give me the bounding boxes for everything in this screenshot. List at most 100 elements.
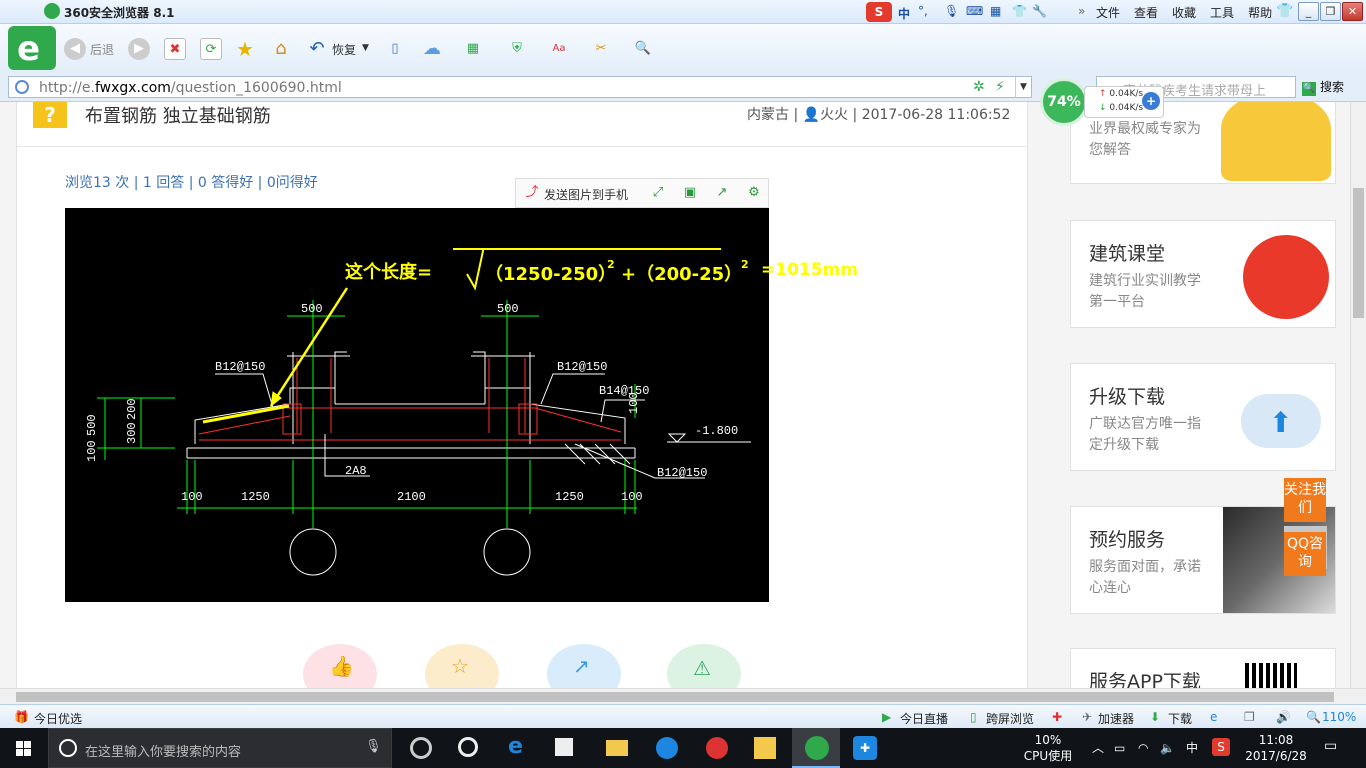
back-label[interactable]: 后退: [90, 41, 114, 58]
send-phone-icon[interactable]: ⤴: [524, 185, 540, 201]
share-button[interactable]: ↗: [547, 644, 621, 688]
today-pick[interactable]: 今日优选: [34, 710, 82, 727]
favorite-star-icon[interactable]: ★: [234, 38, 256, 60]
send-to-phone-button[interactable]: 发送图片到手机: [544, 186, 628, 203]
cloud-icon[interactable]: ☁: [418, 38, 446, 60]
accelerator-icon[interactable]: ✈: [1082, 710, 1092, 724]
download-arrow-icon[interactable]: ⬇: [1150, 710, 1160, 724]
restore-dropdown-icon[interactable]: ▼: [362, 43, 369, 53]
follow-us-button[interactable]: 关注我们: [1284, 478, 1326, 522]
search-button[interactable]: 🔍 搜索: [1302, 78, 1344, 96]
cross-screen[interactable]: 跨屏浏览: [986, 710, 1034, 727]
undo-icon[interactable]: ↶: [306, 38, 328, 60]
wifi-icon[interactable]: ◠: [1138, 740, 1148, 756]
zoom-icon[interactable]: 🔍: [1306, 710, 1321, 724]
toolbox-icon[interactable]: ▦: [990, 4, 1001, 18]
zoom-level[interactable]: 110%: [1322, 710, 1356, 724]
more-chevron-icon[interactable]: »: [1078, 4, 1085, 18]
window-restore-icon[interactable]: ❐: [1244, 710, 1255, 724]
report-button[interactable]: ⚠: [667, 644, 741, 688]
ime-punct-icon[interactable]: °,: [918, 4, 928, 18]
sogou-ime-icon[interactable]: S: [866, 2, 892, 22]
file-explorer-icon[interactable]: [592, 728, 640, 768]
apps-icon[interactable]: ▦: [462, 38, 484, 60]
zoom-search-icon[interactable]: 🔍: [632, 38, 654, 60]
menu-tools[interactable]: 工具: [1210, 4, 1234, 21]
menu-favorites[interactable]: 收藏: [1172, 4, 1196, 21]
store-icon[interactable]: [540, 728, 588, 768]
cpu-usage[interactable]: 10% CPU使用: [1020, 732, 1076, 764]
restore-label[interactable]: 恢复: [332, 41, 356, 58]
upgrade-card[interactable]: 升级下载 广联达官方唯一指定升级下载 ⬆: [1070, 363, 1336, 471]
vertical-scroll-thumb[interactable]: [1353, 188, 1364, 318]
settings-gear-icon[interactable]: ⚙: [746, 185, 762, 201]
fullscreen-icon[interactable]: ⤢: [650, 185, 666, 201]
app-download-card[interactable]: 服务APP下载: [1070, 648, 1336, 688]
today-live[interactable]: 今日直播: [900, 710, 948, 727]
translate-icon[interactable]: Aa: [548, 38, 570, 60]
collect-button[interactable]: ☆: [425, 644, 499, 688]
taskbar-search-input[interactable]: 在这里输入你要搜索的内容: [85, 741, 241, 760]
volume-icon[interactable]: 🔊: [1276, 710, 1291, 724]
accelerator[interactable]: 加速器: [1098, 710, 1134, 727]
close-button[interactable]: ✕: [1342, 2, 1363, 21]
live-play-icon[interactable]: ▶: [882, 710, 891, 724]
menu-view[interactable]: 查看: [1134, 4, 1158, 21]
clock[interactable]: 11:08 2017/6/28: [1240, 732, 1312, 764]
ime-lang[interactable]: 中: [898, 5, 910, 22]
lightning-icon[interactable]: ⚡: [995, 79, 1005, 95]
stop-icon[interactable]: ✖: [164, 38, 186, 60]
edge-icon[interactable]: e: [492, 728, 540, 768]
microphone-icon[interactable]: 🎙: [944, 4, 959, 18]
back-icon[interactable]: ◀: [64, 38, 86, 60]
memory-percent[interactable]: 74%: [1040, 78, 1088, 126]
url-text[interactable]: http://e.fwxgx.com/question_1600690.html: [39, 80, 342, 96]
course-card[interactable]: 建筑课堂 建筑行业实训教学第一平台: [1070, 220, 1336, 328]
taskbar-search[interactable]: 在这里输入你要搜索的内容 🎙: [48, 728, 392, 768]
refresh-icon[interactable]: ⟳: [200, 38, 222, 60]
skin-icon[interactable]: 👕: [1012, 4, 1027, 18]
phone-icon[interactable]: ▯: [384, 38, 406, 60]
browser-360-active-icon[interactable]: [792, 728, 840, 768]
cad-drawing[interactable]: 500 500 B12@150 B12@150 B14@150 2A8 B12@…: [65, 208, 769, 602]
app-red-g-icon[interactable]: [692, 728, 740, 768]
like-button[interactable]: 👍: [303, 644, 377, 688]
taskview-icon[interactable]: [396, 728, 444, 768]
skin-shirt-icon[interactable]: 👕: [1276, 3, 1293, 19]
home-icon[interactable]: ⌂: [270, 38, 292, 60]
phone-screen-icon[interactable]: ▯: [970, 710, 977, 724]
browser-logo-icon[interactable]: e: [8, 26, 56, 70]
speed-up-plus-icon[interactable]: +: [1142, 92, 1160, 110]
maximize-button[interactable]: ❐: [1320, 2, 1341, 21]
download[interactable]: 下载: [1168, 710, 1192, 727]
shield-icon[interactable]: ⛨: [506, 38, 528, 60]
notification-icon[interactable]: ▭: [1324, 738, 1337, 754]
security-icon[interactable]: ✚: [1052, 710, 1062, 724]
browser-360-app-icon[interactable]: [444, 728, 492, 768]
minimize-button[interactable]: _: [1298, 2, 1319, 21]
forward-icon[interactable]: ▶: [128, 38, 150, 60]
horizontal-scroll-thumb[interactable]: [16, 692, 1334, 702]
address-dropdown-icon[interactable]: ▼: [1015, 77, 1031, 97]
vertical-scrollbar[interactable]: [1350, 102, 1366, 688]
share-icon[interactable]: ↗: [714, 185, 730, 201]
sogou-tray-icon[interactable]: S: [1212, 738, 1230, 756]
question-user[interactable]: 火火: [820, 107, 848, 123]
app-g-icon[interactable]: [642, 728, 690, 768]
tray-up-chevron-icon[interactable]: ︿: [1092, 740, 1104, 756]
ie-icon[interactable]: e: [1210, 710, 1217, 724]
start-windows-icon[interactable]: [0, 728, 48, 768]
screenshot-icon[interactable]: ✂: [590, 38, 612, 60]
keyboard-icon[interactable]: ⌨: [966, 4, 983, 18]
mic-icon[interactable]: 🎙: [365, 739, 382, 754]
question-region[interactable]: 内蒙古: [747, 107, 789, 123]
address-bar[interactable]: http://e.fwxgx.com/question_1600690.html…: [8, 76, 1032, 98]
horizontal-scrollbar[interactable]: [0, 688, 1366, 704]
tray-ime[interactable]: 中: [1186, 740, 1198, 756]
save-icon[interactable]: ▣: [682, 185, 698, 201]
notes-icon[interactable]: [740, 728, 788, 768]
qq-consult-button[interactable]: QQ咨询: [1284, 532, 1326, 576]
battery-icon[interactable]: ▭: [1114, 740, 1125, 756]
speaker-icon[interactable]: 🔈: [1160, 740, 1175, 756]
app-blue-plus-icon[interactable]: ✚: [840, 728, 888, 768]
